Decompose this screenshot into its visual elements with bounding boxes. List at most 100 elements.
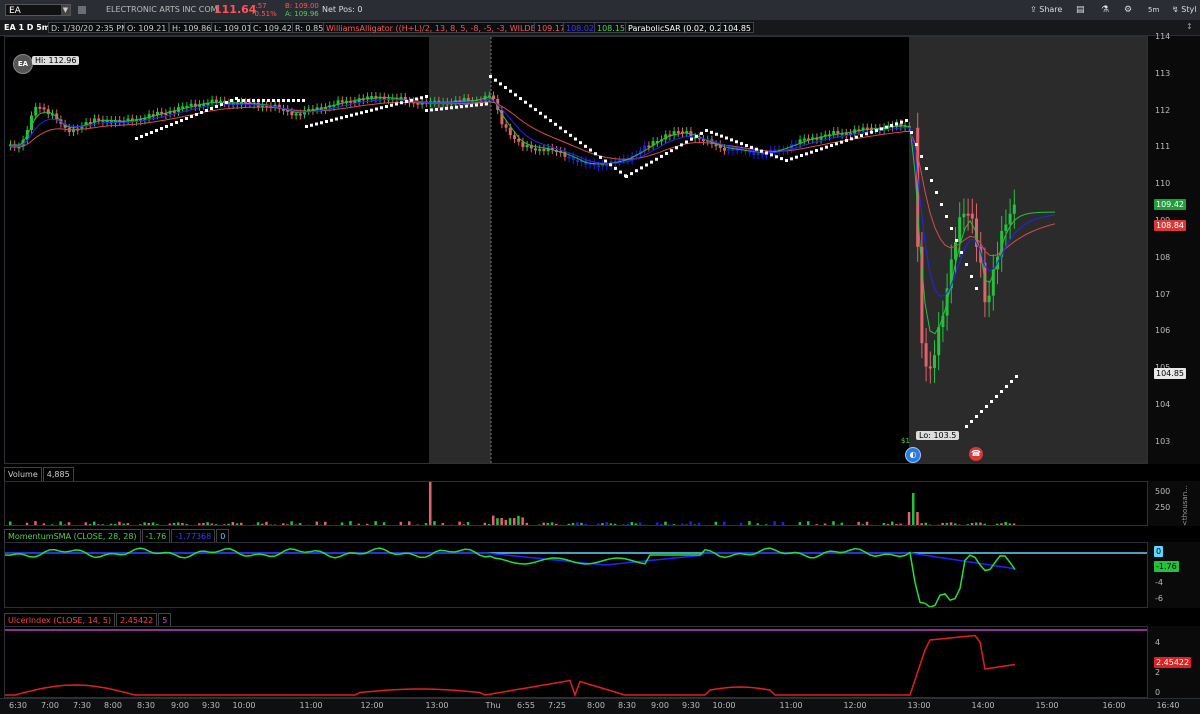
volume-bar	[261, 524, 264, 526]
symbol-input[interactable]: EA▼	[5, 4, 71, 16]
time-label: 12:00	[843, 701, 866, 710]
volume-bar	[664, 522, 667, 526]
candle	[677, 131, 680, 133]
sar-dot	[604, 160, 607, 163]
sar-dot	[599, 156, 602, 159]
volume-bar	[958, 525, 961, 526]
candle	[962, 214, 965, 218]
volume-bar	[824, 524, 827, 526]
volume-bar	[324, 522, 327, 526]
volume-bar	[471, 525, 474, 526]
sar-dot	[640, 166, 643, 169]
studies-button[interactable]: ⚗	[1101, 0, 1109, 20]
volume-bar	[563, 525, 566, 526]
volume-bar	[685, 525, 688, 526]
volume-bar	[920, 523, 923, 526]
sar-dot	[450, 106, 453, 109]
sar-dot	[554, 123, 557, 126]
volume-bar	[332, 525, 335, 526]
sar-dot	[340, 116, 343, 119]
sar-dot	[625, 175, 628, 178]
volume-bar	[559, 525, 562, 526]
volume-bar	[269, 525, 272, 526]
time-label: 8:00	[104, 701, 122, 710]
sar-dot	[190, 115, 193, 118]
sar-dot	[594, 152, 597, 155]
volume-bar	[513, 518, 516, 526]
lo-label: Lo: 103.5	[916, 431, 959, 440]
ulcer-pane[interactable]	[4, 626, 1148, 698]
volume-bar	[748, 521, 751, 526]
ulcer-svg	[5, 627, 1148, 698]
volume-bar	[526, 523, 529, 526]
alligator-study[interactable]: WilliamsAlligator ((H+L)/2, 13, 8, 5, -8…	[323, 22, 552, 33]
time-label: 9:00	[171, 701, 189, 710]
momentum-line	[5, 548, 1015, 607]
candle	[538, 149, 541, 151]
sar-study[interactable]: ParabolicSAR (0.02, 0.2)	[625, 22, 728, 33]
volume-bar	[156, 524, 159, 526]
volume-bar	[185, 524, 188, 526]
style-button[interactable]: ↯ Styl	[1172, 0, 1196, 20]
volume-bar	[488, 524, 491, 526]
sar-dot	[619, 171, 622, 174]
volume-bar	[836, 525, 839, 526]
volume-svg	[5, 482, 1148, 526]
candle	[925, 343, 928, 366]
volume-bar	[194, 525, 197, 526]
chevron-down-icon[interactable]: ▼	[61, 5, 70, 15]
sar-dot	[925, 167, 928, 170]
sar-dot	[795, 156, 798, 159]
ulcer-value-tag: 2.45422	[1154, 657, 1191, 668]
volume-bar	[946, 523, 949, 526]
candle	[757, 153, 760, 155]
candle	[803, 138, 806, 140]
mom-tick-6: -6	[1155, 594, 1163, 603]
sar-dot	[375, 108, 378, 111]
ulcer-header: UlcerIndex (CLOSE, 14, 5)2.454225	[4, 613, 172, 626]
volume-bar	[236, 523, 239, 526]
sar-dot	[609, 163, 612, 166]
price-chart-pane[interactable]: EA Hi: 112.96 Lo: 103.5 $1 ◐ ☎	[4, 36, 1148, 464]
sar-dot	[272, 99, 275, 102]
sar-dot	[564, 130, 567, 133]
layout-button[interactable]: ▤	[1076, 0, 1085, 20]
sar-dot	[800, 154, 803, 157]
volume-bar	[463, 524, 466, 526]
price-tag: 109.42	[1154, 199, 1186, 210]
sar-dot	[325, 120, 328, 123]
sar-dot	[380, 106, 383, 109]
price-tick: 112	[1155, 106, 1170, 115]
volume-pane[interactable]	[4, 481, 1148, 526]
candle	[983, 263, 986, 303]
volume-bar	[72, 525, 75, 526]
volume-bar	[807, 521, 810, 526]
volume-bar	[328, 525, 331, 526]
sar-dot	[995, 395, 998, 398]
sar-dot	[225, 101, 228, 104]
sar-dot	[460, 105, 463, 108]
volume-label[interactable]: Volume	[4, 467, 42, 482]
share-button[interactable]: ⇪ Share	[1030, 0, 1062, 20]
volume-bar	[673, 524, 676, 526]
time-label: 8:00	[587, 701, 605, 710]
volume-bar	[899, 524, 902, 526]
interval-button[interactable]: 5m	[1148, 0, 1159, 20]
volume-bar	[706, 525, 709, 526]
volume-bar	[643, 525, 646, 526]
sar-dot	[135, 137, 138, 140]
earnings-icon[interactable]: ◐	[905, 447, 921, 463]
candle	[563, 152, 566, 157]
price-tag: 104.85	[1154, 368, 1186, 379]
volume-bar	[80, 525, 83, 526]
phone-icon[interactable]: ☎	[969, 447, 983, 461]
momentum-pane[interactable]	[4, 542, 1148, 608]
time-label: 9:00	[651, 701, 669, 710]
candle	[47, 109, 50, 114]
sar-dot	[415, 98, 418, 101]
volume-bar	[198, 523, 201, 526]
settings-button[interactable]: ⚙	[1124, 0, 1132, 20]
candle	[542, 149, 545, 151]
candle	[832, 131, 835, 134]
volume-bar	[622, 525, 625, 526]
